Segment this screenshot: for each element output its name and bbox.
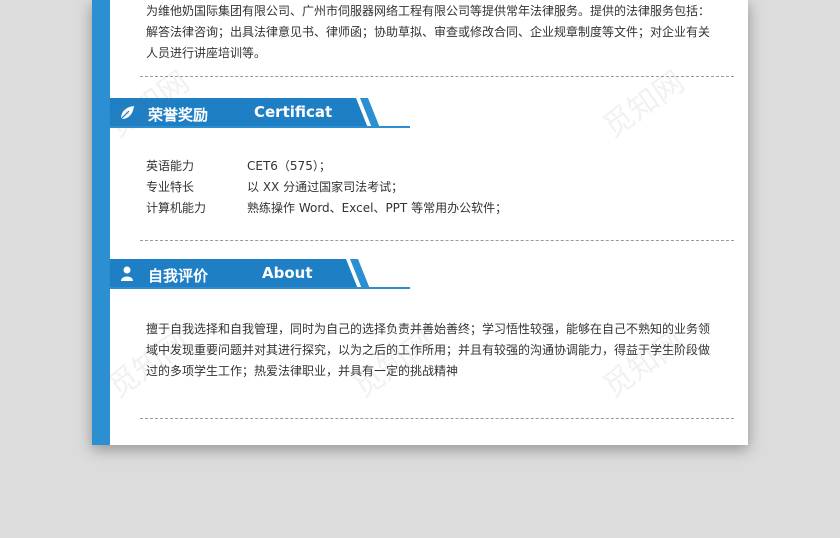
section-header-self-eval: 自我评价 About [110,259,410,289]
experience-line-3: 人员进行讲座培训等。 [146,46,267,60]
watermark: 觅知网 [597,64,691,146]
honor-label-english: 英语能力 [146,159,195,173]
left-accent-bar [92,0,110,445]
self-eval-line-1: 擅于自我选择和自我管理，同时为自己的选择负责并善始善终；学习悟性较强，能够在自己… [146,322,711,336]
honor-label-specialty: 专业特长 [146,180,195,194]
person-icon [121,266,133,281]
honor-label-computer: 计算机能力 [146,201,207,215]
honor-value-computer: 熟练操作 Word、Excel、PPT 等常用办公软件； [247,201,508,215]
honor-value-english: CET6（575）； [247,159,331,173]
divider [140,76,734,77]
self-eval-line-2: 域中发现重要问题并对其进行探究，以为之后的工作所用；并且有较强的沟通协调能力，得… [146,343,711,357]
section-title-cn: 自我评价 [148,267,209,285]
experience-line-1: 为维他奶国际集团有限公司、广州市伺服器网络工程有限公司等提供常年法律服务。提供的… [146,4,711,18]
self-eval-line-3: 过的多项学生工作；热爱法律职业，并具有一定的挑战精神 [146,364,459,378]
divider [140,418,734,419]
divider [140,240,734,241]
leaf-icon [120,106,134,120]
section-title-en: Certificat [254,103,333,121]
experience-line-2: 解答法律咨询；出具法律意见书、律师函；协助草拟、审查或修改合同、企业规章制度等文… [146,25,711,39]
honor-value-specialty: 以 XX 分通过国家司法考试； [247,180,404,194]
resume-page: 为维他奶国际集团有限公司、广州市伺服器网络工程有限公司等提供常年法律服务。提供的… [92,0,748,445]
section-title-cn: 荣誉奖励 [148,106,209,124]
section-title-en: About [262,264,313,282]
section-header-honors: 荣誉奖励 Certificat [110,98,410,128]
